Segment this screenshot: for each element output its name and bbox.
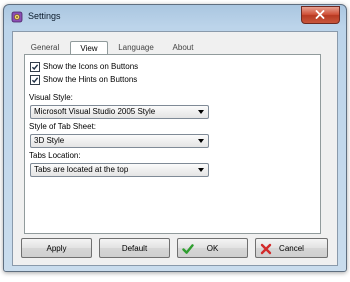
tab-sheet-style-label: Style of Tab Sheet: [29, 122, 97, 131]
ok-button-label: OK [206, 244, 219, 253]
close-button[interactable] [301, 6, 340, 24]
dialog-button-bar: Apply Default OK Cancel [21, 238, 328, 258]
checkmark-icon [31, 63, 39, 70]
checkmark-icon [31, 76, 39, 83]
settings-app-icon [11, 11, 23, 23]
default-button-label: Default [121, 244, 148, 253]
ok-button[interactable]: OK [177, 238, 248, 258]
close-icon [315, 10, 325, 19]
default-button[interactable]: Default [99, 238, 170, 258]
tabs-location-label: Tabs Location: [29, 151, 81, 160]
show-icons-checkbox[interactable] [30, 61, 40, 72]
view-tab-panel: Show the Icons on Buttons Show the Hints… [24, 54, 321, 234]
show-icons-option[interactable]: Show the Icons on Buttons [30, 61, 138, 72]
show-icons-label: Show the Icons on Buttons [43, 62, 139, 71]
tab-about[interactable]: About [166, 42, 200, 54]
chevron-down-icon [198, 110, 204, 114]
apply-button[interactable]: Apply [21, 238, 92, 258]
visual-style-label: Visual Style: [29, 93, 73, 102]
cancel-button-label: Cancel [279, 244, 304, 253]
settings-window: Settings General View Language About Sho… [3, 4, 347, 272]
show-hints-label: Show the Hints on Buttons [43, 75, 138, 84]
title-bar[interactable]: Settings [4, 5, 346, 29]
show-hints-option[interactable]: Show the Hints on Buttons [30, 74, 137, 85]
visual-style-dropdown[interactable]: Microsoft Visual Studio 2005 Style [30, 105, 209, 119]
apply-button-label: Apply [46, 244, 67, 253]
tab-sheet-style-value: 3D Style [34, 136, 65, 145]
settings-client-area: General View Language About Show the Ico… [12, 31, 338, 266]
tabs-location-dropdown[interactable]: Tabs are located at the top [30, 163, 209, 177]
tabs-location-value: Tabs are located at the top [34, 165, 129, 174]
window-title: Settings [28, 11, 61, 21]
show-hints-checkbox[interactable] [30, 74, 40, 85]
tab-sheet-style-dropdown[interactable]: 3D Style [30, 134, 209, 148]
chevron-down-icon [198, 139, 204, 143]
tab-general[interactable]: General [25, 42, 65, 54]
visual-style-value: Microsoft Visual Studio 2005 Style [34, 107, 156, 116]
tab-language[interactable]: Language [112, 42, 160, 54]
chevron-down-icon [198, 168, 204, 172]
cancel-button[interactable]: Cancel [255, 238, 328, 258]
